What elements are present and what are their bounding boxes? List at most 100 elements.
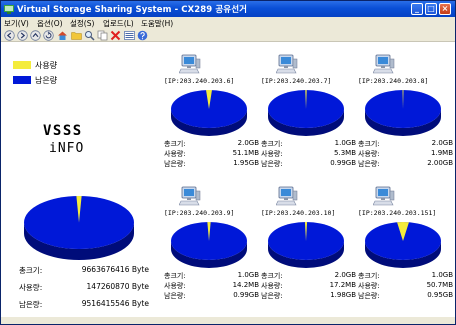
client-total-value: 1.0GB [237,271,259,279]
client-usage-pie [268,222,344,268]
client-free-label: 남은량: [164,160,186,168]
client-total-row: 총크기: 1.0GB [261,139,356,149]
client-ip: [IP:203.240.203.9] [164,209,235,217]
client-total-value: 2.0GB [237,139,259,147]
client-usage-pie [365,222,441,268]
client-used-value: 17.2MB [329,281,356,289]
total-used-label: 사용량: [19,283,43,292]
client-total-label: 총크기: [358,140,380,148]
client-stats: 총크기: 1.0GB 사용량: 14.2MB 남은량: 0.99GB [164,271,259,301]
client-total-value: 2.0GB [334,271,356,279]
client-used-value: 1.9MB [431,149,453,157]
client-total-label: 총크기: [358,272,380,280]
menu-help[interactable]: 도움말(H) [141,18,173,29]
up-icon[interactable] [30,30,41,41]
menu-options[interactable]: 옵션(O) [37,18,63,29]
client-used-label: 사용량: [358,282,380,290]
client-total-value: 1.0GB [334,139,356,147]
client-usage-pie [171,222,247,268]
view-icon[interactable] [124,30,135,41]
legend-free-label: 남은량 [35,76,58,85]
client-total-value: 1.0GB [431,271,453,279]
brand-subtitle: iNFO [49,141,85,156]
minimize-button[interactable]: _ [411,3,423,15]
maximize-button[interactable]: □ [425,3,437,15]
client-panel[interactable]: [IP:203.240.203.10] 총크기: 2.0GB 사용량: 17.2… [261,185,356,325]
client-ip: [IP:203.240.203.8] [358,77,429,85]
legend-used-label: 사용량 [35,61,58,70]
legend-free-swatch [13,76,31,84]
client-ip: [IP:203.240.203.7] [261,77,332,85]
total-size-label: 총크기: [19,266,43,275]
client-used-row: 사용량: 14.2MB [164,281,259,291]
client-used-value: 14.2MB [232,281,259,289]
client-free-row: 남은량: 2.00GB [358,159,453,169]
client-usage-pie [365,90,441,136]
total-used-row: 사용량: 147260870 Byte [19,282,149,299]
total-stats: 총크기: 9663676416 Byte 사용량: 147260870 Byte… [19,265,149,316]
client-free-value: 0.99GB [330,159,356,167]
total-free-row: 남은량: 9516415546 Byte [19,299,149,316]
copy-icon[interactable] [97,30,108,41]
computer-icon [179,186,201,206]
client-used-value: 5.3MB [334,149,356,157]
client-free-label: 남은량: [164,292,186,300]
back-icon[interactable] [4,30,15,41]
delete-icon[interactable] [110,30,121,41]
refresh-icon[interactable] [43,30,54,41]
total-used-value: 147260870 Byte [86,282,149,291]
client-panel[interactable]: [IP:203.240.203.151] 총크기: 1.0GB 사용량: 50.… [358,185,453,325]
total-size-value: 9663676416 Byte [81,265,149,274]
client-stats: 총크기: 2.0GB 사용량: 17.2MB 남은량: 1.98GB [261,271,356,301]
menu-settings[interactable]: 설정(S) [70,18,94,29]
client-free-value: 1.95GB [233,159,259,167]
client-ip: [IP:203.240.203.10] [261,209,336,217]
total-usage-pie [24,196,134,260]
client-total-label: 총크기: [164,272,186,280]
client-total-value: 2.0GB [431,139,453,147]
computer-icon [373,54,395,74]
client-free-row: 남은량: 0.95GB [358,291,453,301]
client-used-value: 51.1MB [232,149,259,157]
forward-icon[interactable] [17,30,28,41]
home-icon[interactable] [57,30,68,41]
client-used-value: 50.7MB [426,281,453,289]
client-panel[interactable]: [IP:203.240.203.6] 총크기: 2.0GB 사용량: 51.1M… [164,53,259,193]
client-free-label: 남은량: [261,160,283,168]
client-used-label: 사용량: [261,282,283,290]
client-used-label: 사용량: [261,150,283,158]
computer-icon [276,186,298,206]
menu-bar: 보기(V) 옵션(O) 설정(S) 업로드(L) 도움말(H) [1,17,455,29]
client-total-row: 총크기: 1.0GB [358,271,453,281]
legend-used-swatch [13,61,31,69]
client-total-label: 총크기: [261,140,283,148]
folder-icon[interactable] [71,30,82,41]
client-usage-pie [268,90,344,136]
total-free-label: 남은량: [19,300,43,309]
client-total-row: 총크기: 2.0GB [164,139,259,149]
search-icon[interactable] [84,30,95,41]
close-button[interactable]: × [439,3,451,15]
computer-icon [373,186,395,206]
client-panel[interactable]: [IP:203.240.203.7] 총크기: 1.0GB 사용량: 5.3MB… [261,53,356,193]
client-used-row: 사용량: 1.9MB [358,149,453,159]
computer-icon [179,54,201,74]
client-stats: 총크기: 1.0GB 사용량: 5.3MB 남은량: 0.99GB [261,139,356,169]
client-panel[interactable]: [IP:203.240.203.8] 총크기: 2.0GB 사용량: 1.9MB… [358,53,453,193]
title-bar[interactable]: Virtual Storage Sharing System - CX289 공… [1,1,455,17]
client-used-row: 사용량: 51.1MB [164,149,259,159]
client-ip: [IP:203.240.203.151] [358,209,437,217]
menu-view[interactable]: 보기(V) [4,18,29,29]
client-usage-pie [171,90,247,136]
client-stats: 총크기: 2.0GB 사용량: 1.9MB 남은량: 2.00GB [358,139,453,169]
app-icon [4,5,14,14]
app-window: Virtual Storage Sharing System - CX289 공… [0,0,456,325]
help-icon[interactable] [137,30,148,41]
client-free-value: 1.98GB [330,291,356,299]
client-stats: 총크기: 1.0GB 사용량: 50.7MB 남은량: 0.95GB [358,271,453,301]
menu-upload[interactable]: 업로드(L) [103,18,134,29]
client-free-row: 남은량: 0.99GB [261,159,356,169]
client-ip: [IP:203.240.203.6] [164,77,235,85]
client-used-row: 사용량: 5.3MB [261,149,356,159]
client-panel[interactable]: [IP:203.240.203.9] 총크기: 1.0GB 사용량: 14.2M… [164,185,259,325]
